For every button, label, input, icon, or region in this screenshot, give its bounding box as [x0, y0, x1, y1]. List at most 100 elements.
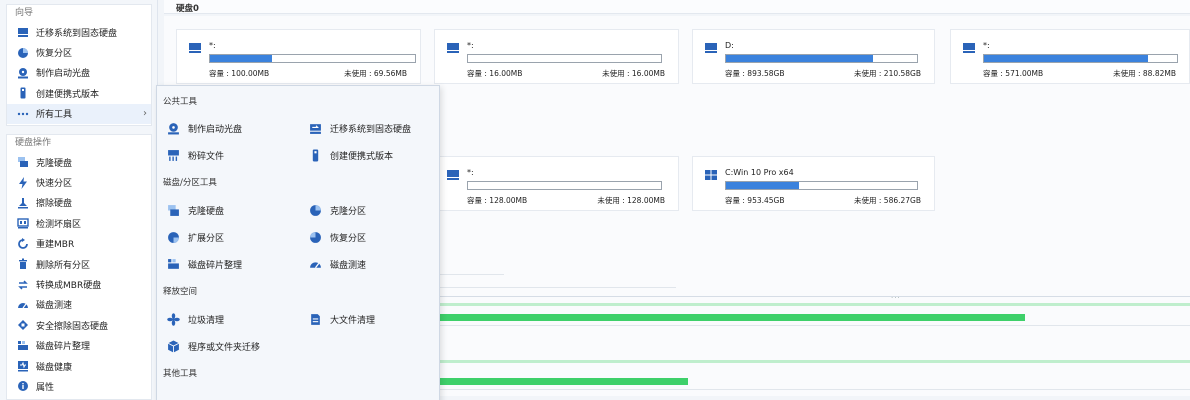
- partition-free: 未使用 : 586.27GB: [854, 196, 921, 205]
- popup-item-label: 恢复分区: [330, 234, 367, 244]
- sidebar-item-properties[interactable]: 属性: [7, 376, 151, 396]
- boot-disc-icon: [17, 67, 29, 79]
- sidebar-item-label: 删除所有分区: [36, 260, 91, 271]
- sidebar-item-create-portable[interactable]: 创建便携式版本: [7, 83, 151, 103]
- sidebar-item-label: 制作启动光盘: [36, 69, 91, 80]
- left-sidebar: 向导 迁移系统到固态硬盘 恢复分区 制作启动光盘 创建便携式版本 所有工具 › …: [0, 0, 158, 400]
- sidebar-item-recover-partition[interactable]: 恢复分区: [7, 42, 151, 62]
- popup-item-defrag[interactable]: 磁盘碎片整理: [167, 258, 242, 271]
- sidebar-item-label: 检测坏扇区: [36, 219, 82, 230]
- partition-usage-fill: [726, 55, 874, 62]
- speedometer-icon: [309, 258, 322, 271]
- eraser-icon: [17, 197, 29, 209]
- popup-item-label: 垃圾清理: [188, 316, 225, 326]
- popup-item-clone-disk[interactable]: 克隆硬盘: [167, 204, 224, 217]
- divider: [440, 296, 1190, 297]
- popup-item-app-migration[interactable]: 程序或文件夹迁移: [167, 340, 260, 353]
- sidebar-item-label: 恢复分区: [36, 49, 73, 60]
- sidebar-item-defrag[interactable]: 磁盘碎片整理: [7, 336, 151, 356]
- sidebar-item-label: 擦除硬盘: [36, 199, 73, 210]
- all-tools-popup: 公共工具 制作启动光盘 迁移系统到固态硬盘 粉碎文件 创建便携式版本 磁盘/分区…: [156, 85, 440, 400]
- popup-item-junk-cleanup[interactable]: 垃圾清理: [167, 313, 224, 326]
- defrag-icon: [167, 258, 180, 271]
- popup-section-disk-tools: 磁盘/分区工具: [163, 178, 217, 188]
- popup-item-label: 创建便携式版本: [330, 152, 394, 162]
- popup-item-disk-speed[interactable]: 磁盘测速: [309, 258, 366, 271]
- divider: [440, 287, 676, 288]
- usb-drive-icon: [309, 149, 322, 162]
- partition-usage-bar: [983, 54, 1178, 63]
- popup-item-label: 迁移系统到固态硬盘: [330, 125, 412, 135]
- disk-header[interactable]: 硬盘0: [164, 0, 1190, 14]
- sidebar-item-label: 创建便携式版本: [36, 89, 100, 100]
- popup-item-shred-files[interactable]: 粉碎文件: [167, 149, 224, 162]
- sidebar-item-quick-partition[interactable]: 快速分区: [7, 172, 151, 192]
- usage-track: [440, 303, 1190, 306]
- sidebar-item-secure-erase-ssd[interactable]: 安全擦除固态硬盘: [7, 315, 151, 335]
- partition-name: *:: [209, 41, 216, 50]
- popup-item-make-boot-disc[interactable]: 制作启动光盘: [167, 122, 242, 135]
- sidebar-item-disk-health[interactable]: 磁盘健康: [7, 356, 151, 376]
- sidebar-item-label: 重建MBR: [36, 240, 75, 251]
- popup-item-label: 粉碎文件: [188, 152, 225, 162]
- popup-item-label: 克隆硬盘: [188, 207, 225, 217]
- sidebar-item-check-bad-sectors[interactable]: 检测坏扇区: [7, 213, 151, 233]
- popup-section-free-space: 释放空间: [163, 287, 198, 297]
- popup-item-clone-partition[interactable]: 克隆分区: [309, 204, 366, 217]
- popup-item-recover-partition[interactable]: 恢复分区: [309, 231, 366, 244]
- partition-name: C:Win 10 Pro x64: [725, 168, 794, 177]
- sidebar-item-rebuild-mbr[interactable]: 重建MBR: [7, 234, 151, 254]
- sidebar-item-migrate-os[interactable]: 迁移系统到固态硬盘: [7, 22, 151, 42]
- sidebar-item-all-tools[interactable]: 所有工具 ›: [7, 103, 151, 124]
- partition-card[interactable]: C:Win 10 Pro x64 容量 : 953.45GB 未使用 : 586…: [692, 156, 935, 211]
- partition-card[interactable]: *: 容量 : 128.00MB 未使用 : 128.00MB: [434, 156, 679, 211]
- bad-sector-icon: [17, 217, 29, 229]
- popup-item-label: 制作启动光盘: [188, 125, 243, 135]
- popup-section-common: 公共工具: [163, 97, 198, 107]
- sidebar-item-label: 属性: [36, 382, 55, 393]
- partition-drive-icon: [446, 169, 460, 181]
- sidebar-item-disk-speed[interactable]: 磁盘测速: [7, 295, 151, 315]
- partition-free: 未使用 : 210.58GB: [854, 69, 921, 78]
- popup-item-label: 磁盘碎片整理: [188, 261, 243, 271]
- partition-usage-fill: [210, 55, 272, 62]
- sidebar-item-delete-all-partitions[interactable]: 删除所有分区: [7, 254, 151, 274]
- partition-usage-bar: [467, 54, 662, 63]
- sidebar-item-convert-mbr[interactable]: 转换成MBR硬盘: [7, 274, 151, 294]
- pie-recover-icon: [309, 231, 322, 244]
- rebuild-icon: [17, 237, 29, 250]
- popup-item-large-file-cleanup[interactable]: 大文件清理: [309, 313, 375, 326]
- sidebar-item-clone-disk[interactable]: 克隆硬盘: [7, 152, 151, 172]
- migrate-ssd-icon: [309, 122, 322, 135]
- partition-capacity: 容量 : 100.00MB: [209, 69, 270, 78]
- app-migrate-icon: [167, 340, 180, 353]
- disk-usage-bar: [440, 378, 688, 385]
- fan-icon: [167, 313, 180, 326]
- popup-item-extend-partition[interactable]: 扩展分区: [167, 231, 224, 244]
- sidebar-item-make-boot-disc[interactable]: 制作启动光盘: [7, 63, 151, 83]
- sidebar-item-label: 磁盘健康: [36, 362, 73, 373]
- partition-card[interactable]: *: 容量 : 16.00MB 未使用 : 16.00MB: [434, 29, 679, 84]
- sidebar-item-label: 磁盘碎片整理: [36, 342, 91, 353]
- sidebar-item-wipe-disk[interactable]: 擦除硬盘: [7, 193, 151, 213]
- partition-card[interactable]: *: 容量 : 100.00MB 未使用 : 69.56MB: [176, 29, 421, 84]
- partition-card[interactable]: *: 容量 : 571.00MB 未使用 : 88.82MB: [950, 29, 1190, 84]
- disk-usage-bar: [440, 314, 1025, 321]
- popup-item-create-portable[interactable]: 创建便携式版本: [309, 149, 393, 162]
- sidebar-item-label: 快速分区: [36, 179, 73, 190]
- convert-arrows-icon: [17, 279, 29, 291]
- partition-card[interactable]: D: 容量 : 893.58GB 未使用 : 210.58GB: [692, 29, 935, 84]
- more-dots-icon: [17, 108, 29, 120]
- partition-drive-icon: [446, 42, 460, 54]
- divider: [440, 389, 1190, 390]
- disk-health-icon: [17, 360, 29, 372]
- popup-item-migrate-os[interactable]: 迁移系统到固态硬盘: [309, 122, 411, 135]
- partition-usage-bar: [467, 181, 662, 190]
- disk-ops-section: 硬盘操作 克隆硬盘 快速分区 擦除硬盘 检测坏扇区 重建MBR 删除所有分区 转…: [6, 134, 152, 400]
- extend-partition-icon: [167, 231, 180, 244]
- sidebar-item-label: 迁移系统到固态硬盘: [36, 28, 118, 39]
- pie-recover-icon: [17, 47, 29, 59]
- divider: [440, 274, 504, 275]
- speedometer-icon: [17, 299, 29, 311]
- popup-item-label: 磁盘测速: [330, 261, 367, 271]
